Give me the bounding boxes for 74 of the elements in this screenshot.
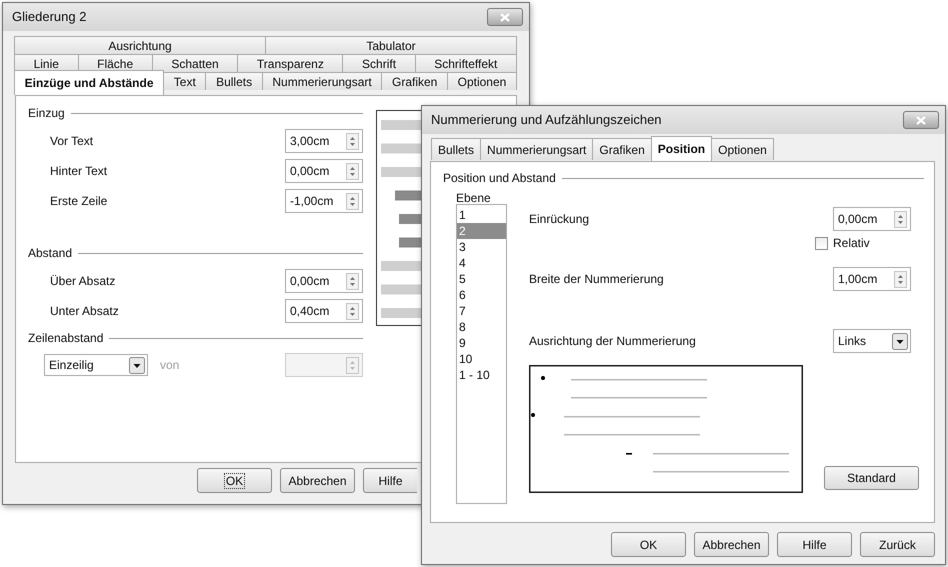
tab[interactable]: Nummerierungsart [262, 72, 382, 90]
close-icon [500, 12, 510, 22]
spin-arrows[interactable] [894, 270, 907, 288]
list-item[interactable]: 10 [457, 351, 506, 367]
list-item[interactable]: 3 [457, 239, 506, 255]
spin-arrows[interactable] [346, 302, 359, 320]
checkbox[interactable] [815, 236, 828, 250]
list-item[interactable]: 8 [457, 319, 506, 335]
dropdown[interactable]: Links [833, 329, 911, 353]
tab[interactable]: Grafiken [381, 72, 448, 90]
list-item[interactable]: 9 [457, 335, 506, 351]
group-label: Einzug [28, 105, 65, 122]
dialog-button[interactable]: OK [197, 468, 272, 493]
dialog-button[interactable]: Zurück [860, 532, 935, 557]
spin-arrows[interactable] [346, 162, 359, 180]
spin-field[interactable]: 0,00cm [833, 207, 911, 231]
dialog-button[interactable]: Hilfe [363, 468, 417, 493]
tab[interactable]: Schatten [152, 54, 238, 72]
checkbox-label: Relativ [833, 235, 870, 252]
tab[interactable]: Bullets [205, 72, 263, 90]
window-title: Gliederung 2 [12, 8, 86, 26]
spin-arrows[interactable] [894, 210, 907, 228]
field-label: Erste Zeile [50, 193, 108, 210]
dropdown[interactable]: Einzeilig [44, 354, 148, 376]
list-item[interactable]: 1 [457, 207, 506, 223]
list-item[interactable]: 4 [457, 255, 506, 271]
list-item[interactable]: 7 [457, 303, 506, 319]
standard-button[interactable]: Standard [824, 466, 919, 490]
field-label: Über Absatz [50, 273, 116, 290]
tab[interactable]: Grafiken [592, 138, 652, 160]
list-item[interactable]: 6 [457, 287, 506, 303]
tab[interactable]: Schrifteffekt [414, 54, 517, 72]
close-button[interactable] [487, 8, 523, 26]
field-label: Einrückung [529, 211, 590, 228]
field-label: Ebene [456, 190, 492, 205]
tab[interactable]: Bullets [431, 138, 482, 160]
close-icon [916, 116, 926, 124]
tab[interactable]: Text [163, 72, 206, 90]
spin-arrows[interactable] [346, 272, 359, 290]
group-label: Zeilenabstand [28, 330, 104, 347]
close-button[interactable] [903, 111, 939, 129]
spin-field[interactable]: 0,40cm [285, 299, 363, 323]
dialog-button[interactable]: Abbrechen [694, 532, 769, 557]
field-label: Hinter Text [50, 163, 108, 180]
spin-field[interactable]: 1,00cm [833, 267, 911, 291]
tab[interactable]: Tabulator [265, 36, 517, 54]
field-label: Vor Text [50, 133, 94, 150]
spin-field[interactable]: -1,00cm [285, 189, 363, 213]
dialog-button[interactable]: Abbrechen [280, 468, 355, 493]
field-label: Breite der Nummerierung [529, 271, 664, 288]
field-label: Ausrichtung der Nummerierung [529, 333, 696, 350]
dialog-button[interactable]: OK [611, 532, 686, 557]
tab[interactable]: Optionen [711, 138, 774, 160]
tab[interactable]: Nummerierungsart [480, 138, 594, 160]
list-item[interactable]: 5 [457, 271, 506, 287]
spin-arrows[interactable] [346, 192, 359, 210]
tab[interactable]: Ausrichtung [14, 36, 266, 54]
window-title: Nummerierung und Aufzählungszeichen [431, 111, 662, 130]
spin-arrows[interactable] [346, 132, 359, 150]
spin-field[interactable]: 3,00cm [285, 129, 363, 153]
field-label: Unter Absatz [50, 303, 119, 320]
tab[interactable]: Einzüge und Abstände [14, 70, 164, 95]
tab[interactable]: Transparenz [237, 54, 344, 72]
list-item[interactable]: 1 - 10 [457, 367, 506, 383]
group-label: Abstand [28, 245, 72, 262]
tab[interactable]: Optionen [447, 72, 517, 90]
group-label: Position und Abstand [443, 170, 556, 187]
field-label: von [160, 357, 180, 374]
dialog-button[interactable]: Hilfe [777, 532, 852, 557]
spin-field[interactable]: 0,00cm [285, 159, 363, 183]
tab[interactable]: Position [650, 136, 712, 161]
spin-arrows [346, 356, 359, 374]
tab[interactable]: Schrift [342, 54, 416, 72]
spin-field[interactable]: 0,00cm [285, 269, 363, 293]
